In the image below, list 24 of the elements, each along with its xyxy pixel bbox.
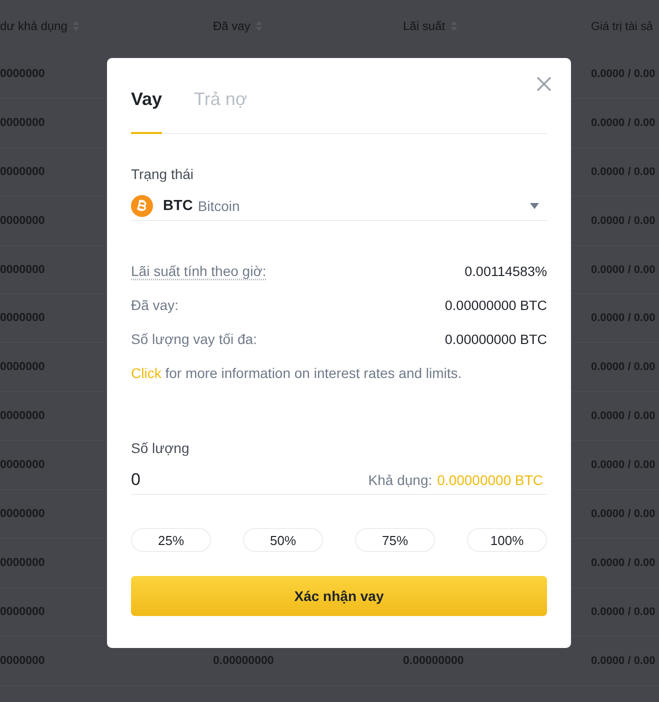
percent-button[interactable]: 25%: [131, 528, 211, 552]
coin-icon: [131, 194, 153, 216]
field-label: Trạng thái: [131, 165, 195, 184]
field-label: Số lượng: [131, 439, 190, 458]
coin-symbol: BTC: [163, 198, 193, 214]
percent-button[interactable]: 100%: [467, 528, 547, 552]
info-note: Click for more information on interest rates and limits.: [131, 364, 463, 383]
detail-value: 0.00114583%: [464, 264, 547, 278]
detail-value: 0.00000000 BTC: [444, 332, 547, 346]
confirm-button[interactable]: Xác nhận vay: [131, 576, 547, 616]
detail-value: 0.00000000 BTC: [444, 298, 547, 312]
percent-button[interactable]: 50%: [243, 528, 323, 552]
detail-label: Đã vay:: [131, 297, 178, 313]
available-label: Khả dụng:: [368, 472, 432, 488]
amount-input[interactable]: 0: [131, 468, 360, 492]
percent-button[interactable]: 75%: [355, 528, 435, 552]
detail-label: Số lượng vay tối đa:: [131, 331, 257, 347]
close-icon[interactable]: [537, 77, 551, 91]
caret-icon: [530, 202, 539, 208]
tab[interactable]: Vay: [131, 82, 162, 134]
coin-select[interactable]: BTC Bitcoin: [131, 192, 547, 221]
coin-name: Bitcoin: [198, 198, 240, 214]
available-value: 0.00000000 BTC: [437, 472, 543, 488]
detail-label[interactable]: Lãi suất tính theo giờ:: [131, 263, 266, 279]
